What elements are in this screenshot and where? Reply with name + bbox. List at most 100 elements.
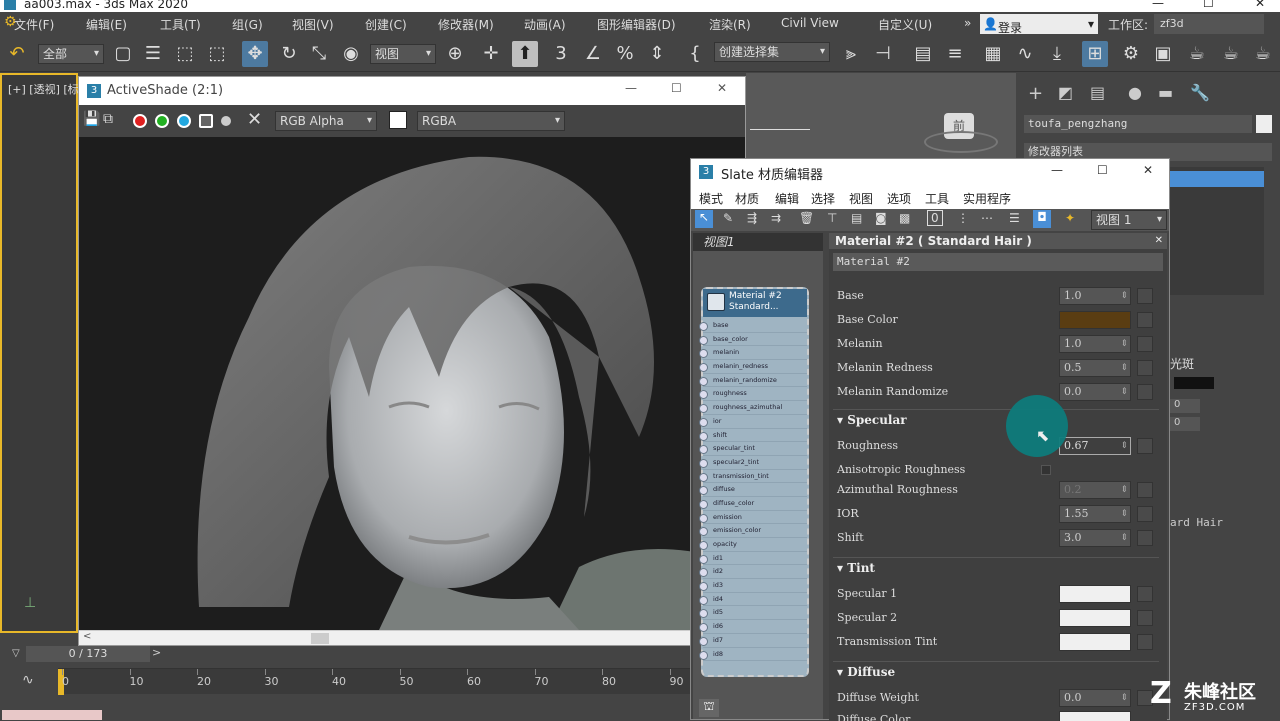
hierarchy-tab-icon[interactable]: ▤ (1090, 83, 1105, 102)
workspace-dropdown[interactable]: zf3d (1154, 14, 1264, 34)
node-slot[interactable]: melanin_redness (699, 360, 807, 374)
menu-edit[interactable]: 编辑(E) (86, 16, 127, 33)
select-and-scale-icon[interactable]: ⤡ (306, 41, 332, 67)
node-slot[interactable]: id1 (699, 552, 807, 566)
melanin-redness-spinner[interactable]: 0.5 (1059, 359, 1131, 377)
base-spinner[interactable]: 1.0 (1059, 287, 1131, 305)
specular1-color-swatch[interactable] (1059, 585, 1131, 603)
material-editor-icon[interactable]: ⊞ (1082, 41, 1108, 67)
material-parameter-editor-icon[interactable]: ☰ (1009, 211, 1020, 225)
param-color-swatch[interactable] (1174, 377, 1214, 389)
specular-section-header[interactable]: ▾ Specular (833, 409, 1159, 429)
red-channel-icon[interactable] (133, 114, 147, 128)
create-tab-icon[interactable]: + (1028, 83, 1043, 104)
slate-close-button[interactable]: ✕ (1143, 163, 1153, 177)
material-node[interactable]: Material #2 Standard... base base_color me… (699, 287, 809, 677)
menu-views[interactable]: 视图(V) (292, 16, 334, 33)
clear-icon[interactable]: ✕ (247, 109, 262, 130)
named-selection-dropdown[interactable]: 创建选择集 (714, 42, 830, 62)
select-and-place-icon[interactable]: ◉ (338, 41, 364, 67)
mirror-icon[interactable]: ⫸ (838, 41, 864, 67)
view-dropdown[interactable]: 视图 1 (1091, 210, 1167, 230)
specular2-map-button[interactable] (1137, 610, 1153, 626)
viewport-label[interactable]: [+] [透视] [标 (8, 81, 79, 97)
move-children-icon[interactable]: ⊤ (827, 211, 837, 225)
pivot-center-icon[interactable]: ⊕ (442, 41, 468, 67)
material-node-header[interactable]: Material #2 Standard... (703, 289, 807, 317)
login-dropdown[interactable]: 👤 登录 ▾ (980, 14, 1098, 35)
curve-editor-mini-icon[interactable]: ∿ (22, 672, 34, 688)
base-color-swatch[interactable] (1059, 311, 1131, 329)
menu-graph-editors[interactable]: 图形编辑器(D) (597, 16, 676, 33)
slate-minimize-button[interactable]: — (1051, 163, 1063, 177)
node-slot[interactable]: id4 (699, 593, 807, 607)
curve-editor-icon[interactable]: ∿ (1012, 41, 1038, 67)
select-and-rotate-icon[interactable]: ↻ (276, 41, 302, 67)
ior-spinner[interactable]: 1.55 (1059, 505, 1131, 523)
node-slot[interactable]: roughness (699, 387, 807, 402)
save-image-icon[interactable]: 💾 (83, 111, 100, 127)
layout-children-icon[interactable]: ⋯ (981, 211, 993, 225)
assign-material-icon[interactable]: ⇉ (771, 211, 781, 225)
node-slot[interactable]: melanin_randomize (699, 374, 807, 388)
select-by-name-icon[interactable]: ☰ (140, 41, 166, 67)
shift-spinner[interactable]: 3.0 (1059, 529, 1131, 547)
rendered-frame-window-icon[interactable]: ▣ (1150, 41, 1176, 67)
node-slot[interactable]: id6 (699, 620, 807, 634)
specular1-map-button[interactable] (1137, 586, 1153, 602)
green-channel-icon[interactable] (155, 114, 169, 128)
node-graph[interactable]: Material #2 Standard... base base_color me… (693, 251, 823, 719)
object-name-field[interactable]: toufa_pengzhang (1024, 115, 1252, 133)
node-slot[interactable]: shift (699, 429, 807, 443)
motion-tab-icon[interactable]: ● (1128, 83, 1142, 102)
node-slot[interactable]: id8 (699, 648, 807, 662)
menu-tools[interactable]: 工具(T) (160, 16, 201, 33)
utilities-tab-icon[interactable]: 🔧 (1190, 83, 1210, 102)
percent-snap-icon[interactable]: % (612, 41, 638, 67)
nav-panel-icon[interactable]: ◘ (1033, 210, 1051, 228)
rectangular-selection-icon[interactable]: ⬚ (172, 41, 198, 67)
select-manipulate-icon[interactable]: ✛ (478, 41, 504, 67)
object-color-swatch[interactable] (1256, 115, 1272, 133)
render-horizontal-scrollbar[interactable]: < (79, 630, 745, 645)
menu-create[interactable]: 创建(C) (365, 16, 407, 33)
roughness-spinner[interactable]: 0.67 (1059, 437, 1131, 455)
slate-menu-options[interactable]: 选项 (887, 190, 911, 207)
schematic-view-icon[interactable]: ⤓ (1044, 41, 1070, 67)
param-spinner-a[interactable]: 0 (1170, 399, 1200, 413)
time-next-icon[interactable]: > (152, 646, 161, 659)
alpha-channel-icon[interactable] (199, 114, 213, 128)
display-mode-dropdown[interactable]: RGBA (417, 111, 565, 131)
copy-image-icon[interactable]: ⧉ (103, 111, 113, 127)
close-button[interactable]: ✕ (1255, 0, 1265, 9)
specular2-color-swatch[interactable] (1059, 609, 1131, 627)
menu-animation[interactable]: 动画(A) (524, 16, 566, 33)
slate-menu-utilities[interactable]: 实用程序 (963, 190, 1011, 207)
navigator-icon[interactable]: ⛫ (699, 699, 719, 717)
shift-map-button[interactable] (1137, 530, 1153, 546)
node-slot[interactable]: base_color (699, 333, 807, 347)
slate-menu-modes[interactable]: 模式 (699, 190, 723, 207)
edit-named-selection-icon[interactable]: { (682, 41, 708, 67)
azimuthal-spinner[interactable]: 0.2 (1059, 481, 1131, 499)
hide-slots-icon[interactable]: ▤ (851, 211, 862, 225)
node-slot[interactable]: id2 (699, 565, 807, 580)
select-object-icon[interactable]: ▢ (110, 41, 136, 67)
menu-civil-view[interactable]: Civil View (781, 16, 839, 30)
reference-coord-dropdown[interactable]: 视图 (370, 44, 436, 64)
node-slot[interactable]: ior (699, 415, 807, 429)
top-viewport[interactable]: 前 (746, 73, 1016, 158)
layer-explorer-icon[interactable]: ≡ (942, 41, 968, 67)
transmission-map-button[interactable] (1137, 634, 1153, 650)
diffuse-section-header[interactable]: ▾ Diffuse (833, 661, 1159, 681)
align-icon[interactable]: ⊣ (870, 41, 896, 67)
layout-all-icon[interactable]: ⋮ (957, 211, 969, 225)
transmission-tint-swatch[interactable] (1059, 633, 1131, 651)
scroll-left-icon[interactable]: < (83, 631, 91, 642)
select-and-move-icon[interactable]: ✥ (242, 41, 268, 67)
menu-rendering[interactable]: 渲染(R) (709, 16, 751, 33)
azimuthal-map-button[interactable] (1137, 482, 1153, 498)
menu-more[interactable]: » (964, 16, 971, 30)
render-production-icon[interactable]: ☕ (1184, 41, 1210, 67)
keyboard-shortcut-toggle-icon[interactable]: ⬆ (512, 41, 538, 67)
